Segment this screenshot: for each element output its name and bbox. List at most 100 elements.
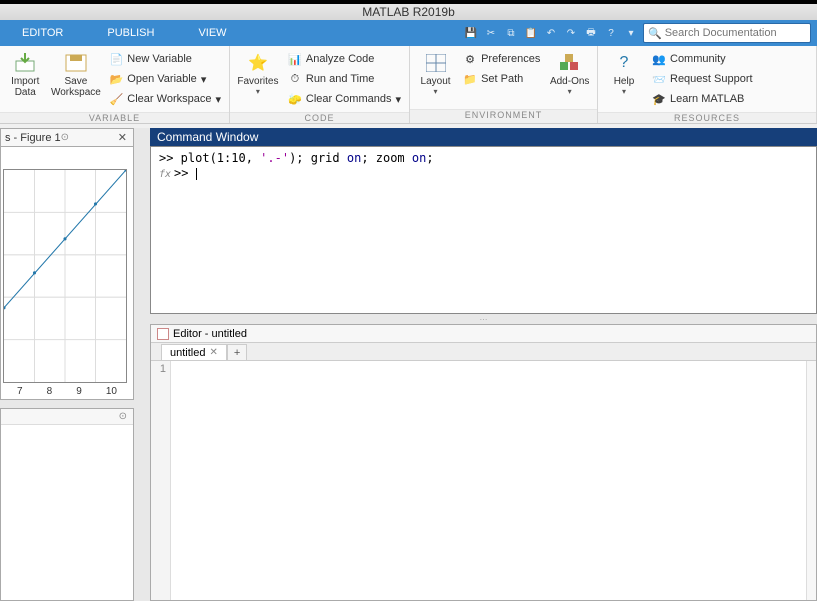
set-path-label: Set Path (481, 73, 523, 85)
preferences-button[interactable]: ⚙Preferences (461, 50, 542, 68)
tab-view[interactable]: VIEW (176, 20, 248, 46)
dropdown-icon[interactable]: ▾ (623, 25, 639, 41)
cut-icon[interactable]: ✂ (483, 25, 499, 41)
open-variable-label: Open Variable (127, 73, 197, 85)
set-path-button[interactable]: 📁 Set Path (461, 70, 542, 88)
section-environment: Layout ▾ ⚙Preferences 📁 Set Path Add-Ons … (410, 46, 598, 123)
community-button[interactable]: 👥 Community (650, 50, 755, 68)
request-support-button[interactable]: 📨Request Support (650, 70, 755, 88)
section-label-code: CODE (230, 112, 409, 123)
open-variable-button[interactable]: 📂Open Variable▾ (107, 70, 223, 88)
clear-workspace-icon: 🧹 (109, 92, 123, 106)
xtick: 8 (47, 386, 53, 397)
favorites-button[interactable]: ⭐ Favorites ▾ (236, 50, 280, 96)
new-variable-button[interactable]: 📄New Variable (107, 50, 223, 68)
print-icon[interactable]: 🖶 (583, 25, 599, 41)
section-label-variable: VARIABLE (0, 112, 229, 123)
close-tab-icon[interactable]: ✕ (209, 347, 217, 358)
xtick: 7 (17, 386, 23, 397)
save-workspace-button[interactable]: Save Workspace (51, 50, 102, 98)
save-icon[interactable]: 💾 (463, 25, 479, 41)
window-title-bar: MATLAB R2019b (0, 0, 817, 20)
editor-body[interactable]: 1 (151, 361, 816, 600)
code-text: plot(1:10, (173, 151, 260, 165)
clear-commands-button[interactable]: 🧽Clear Commands▾ (286, 90, 403, 108)
learn-label: Learn MATLAB (670, 93, 744, 105)
chevron-down-icon: ▾ (416, 87, 455, 96)
open-variable-icon: 📂 (109, 72, 123, 86)
new-tab-button[interactable]: + (227, 344, 247, 360)
run-and-time-button[interactable]: ⏱ Run and Time (286, 70, 403, 88)
undo-icon[interactable]: ↶ (543, 25, 559, 41)
section-label-resources: RESOURCES (598, 112, 816, 123)
tab-editor[interactable]: EDITOR (0, 20, 85, 46)
chevron-down-icon: ▾ (236, 87, 280, 96)
layout-button[interactable]: Layout ▾ (416, 50, 455, 96)
paste-icon[interactable]: 📋 (523, 25, 539, 41)
save-workspace-icon (64, 52, 88, 74)
help-button[interactable]: ? Help ▾ (604, 50, 644, 96)
figure-menu-icon[interactable]: ⊙ (61, 132, 69, 143)
section-variable: Import Data Save Workspace 📄New Variable… (0, 46, 230, 123)
clear-workspace-button[interactable]: 🧹Clear Workspace▾ (107, 90, 223, 108)
search-documentation[interactable]: 🔍 (643, 23, 811, 43)
line-number-gutter: 1 (151, 361, 171, 600)
community-icon: 👥 (652, 52, 666, 66)
redo-icon[interactable]: ↷ (563, 25, 579, 41)
help-icon[interactable]: ? (603, 25, 619, 41)
layout-label: Layout (416, 76, 455, 87)
path-icon: 📁 (463, 72, 477, 86)
favorites-icon: ⭐ (246, 52, 270, 74)
lower-left-panel-header[interactable]: ⊙ (1, 409, 133, 425)
fx-icon[interactable]: fx (159, 169, 171, 180)
editor-title: Editor - untitled (173, 328, 247, 340)
figure-title-bar[interactable]: s - Figure 1 ⊙ ✕ (0, 128, 134, 146)
desktop-work-area: s - Figure 1 ⊙ ✕ 7 8 9 10 ⊙ Command Wind… (0, 128, 817, 601)
run-time-label: Run and Time (306, 73, 374, 85)
addons-button[interactable]: Add-Ons ▾ (548, 50, 591, 96)
section-code: ⭐ Favorites ▾ 📊Analyze Code ⏱ Run and Tim… (230, 46, 410, 123)
timer-icon: ⏱ (288, 72, 302, 86)
learn-matlab-button[interactable]: 🎓Learn MATLAB (650, 90, 755, 108)
editor-tab-bar: untitled ✕ + (151, 343, 816, 361)
tab-publish-label: PUBLISH (107, 27, 154, 39)
search-input[interactable] (665, 27, 806, 39)
text-cursor (196, 168, 197, 180)
tab-publish[interactable]: PUBLISH (85, 20, 176, 46)
support-icon: 📨 (652, 72, 666, 86)
string-literal: '.-' (260, 151, 289, 165)
editor-tab-label: untitled (170, 347, 205, 359)
section-resources: ? Help ▾ 👥 Community 📨Request Support 🎓Le… (598, 46, 817, 123)
code-analyzer-strip[interactable] (806, 361, 816, 600)
axes[interactable] (3, 169, 127, 383)
lower-left-panel: ⊙ (0, 408, 134, 601)
command-prompt-line[interactable]: fx>> (159, 166, 808, 182)
copy-icon[interactable]: ⧉ (503, 25, 519, 41)
import-icon (13, 52, 37, 74)
community-label: Community (670, 53, 726, 65)
help-big-icon: ? (612, 52, 636, 74)
analyze-label: Analyze Code (306, 53, 375, 65)
line-number: 1 (155, 363, 166, 375)
close-icon[interactable]: ✕ (118, 131, 127, 144)
figure-panel[interactable]: 7 8 9 10 (0, 146, 134, 400)
import-data-button[interactable]: Import Data (6, 50, 45, 98)
command-window-title-bar[interactable]: Command Window (150, 128, 817, 146)
tab-editor-label: EDITOR (22, 27, 63, 39)
editor-title-bar[interactable]: Editor - untitled (151, 325, 816, 343)
code-text-area[interactable] (171, 361, 806, 600)
gear-icon: ⚙ (463, 52, 477, 66)
editor-tab-untitled[interactable]: untitled ✕ (161, 344, 227, 360)
analyze-code-button[interactable]: 📊Analyze Code (286, 50, 403, 68)
code-area[interactable] (171, 361, 816, 600)
horizontal-splitter[interactable]: ⋯ (150, 316, 817, 324)
command-window-body[interactable]: >> plot(1:10, '.-'); grid on; zoom on; f… (151, 147, 816, 186)
clear-commands-icon: 🧽 (288, 92, 302, 106)
toolstrip-tab-bar: EDITOR PUBLISH VIEW 💾 ✂ ⧉ 📋 ↶ ↷ 🖶 ? ▾ 🔍 (0, 20, 817, 46)
import-label: Import Data (6, 76, 45, 98)
chevron-down-icon: ▾ (548, 87, 591, 96)
chevron-down-icon: ▾ (395, 93, 401, 106)
tab-view-label: VIEW (198, 27, 226, 39)
window-title: MATLAB R2019b (362, 5, 455, 19)
command-window[interactable]: >> plot(1:10, '.-'); grid on; zoom on; f… (150, 146, 817, 314)
